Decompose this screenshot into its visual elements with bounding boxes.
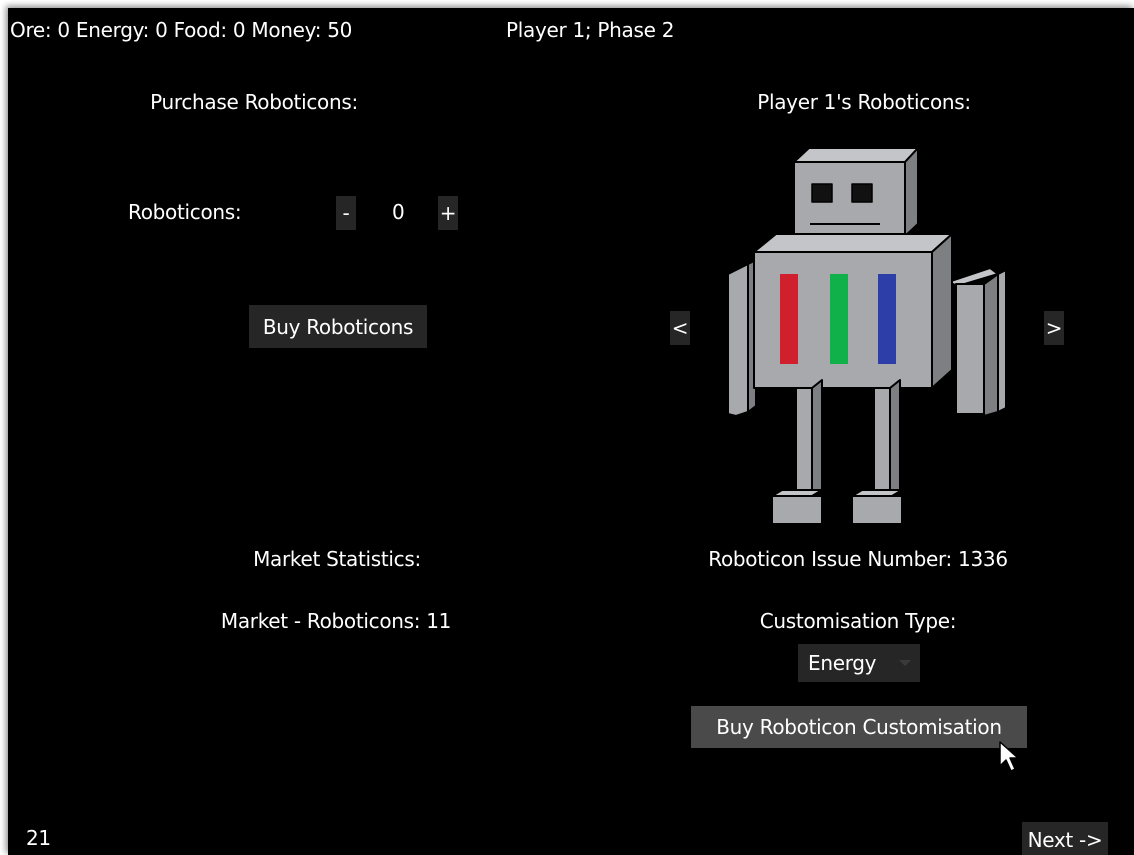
- player-roboticons-heading: Player 1's Roboticons:: [757, 90, 971, 114]
- customisation-type-select[interactable]: Energy: [798, 644, 920, 682]
- mouse-cursor-icon: [999, 741, 1019, 772]
- roboticon-quantity-label: Roboticons:: [128, 200, 242, 224]
- next-phase-button[interactable]: Next ->: [1022, 822, 1108, 855]
- next-roboticon-button[interactable]: >: [1044, 311, 1064, 345]
- roboticon-issue-number: Roboticon Issue Number: 1336: [708, 547, 1008, 571]
- roboticon-robot-image: [727, 147, 1007, 525]
- market-statistics-heading: Market Statistics:: [253, 547, 421, 571]
- dropdown-arrow-icon: [898, 644, 912, 682]
- previous-roboticon-button[interactable]: <: [670, 311, 690, 345]
- customisation-type-label: Customisation Type:: [759, 609, 957, 633]
- purchase-heading: Purchase Roboticons:: [150, 90, 358, 114]
- market-roboticons-count: Market - Roboticons: 11: [220, 609, 452, 633]
- increase-quantity-button[interactable]: +: [438, 196, 458, 230]
- turn-timer: 21: [26, 826, 51, 850]
- buy-customisation-button[interactable]: Buy Roboticon Customisation: [691, 706, 1027, 748]
- resource-counter: Ore: 0 Energy: 0 Food: 0 Money: 50: [10, 18, 353, 42]
- player-phase-label: Player 1; Phase 2: [506, 18, 675, 42]
- decrease-quantity-button[interactable]: -: [336, 196, 356, 230]
- game-window: Ore: 0 Energy: 0 Food: 0 Money: 50 Playe…: [8, 8, 1134, 855]
- customisation-type-value: Energy: [808, 651, 877, 675]
- buy-roboticons-button[interactable]: Buy Roboticons: [249, 305, 427, 348]
- quantity-value: 0: [392, 200, 405, 224]
